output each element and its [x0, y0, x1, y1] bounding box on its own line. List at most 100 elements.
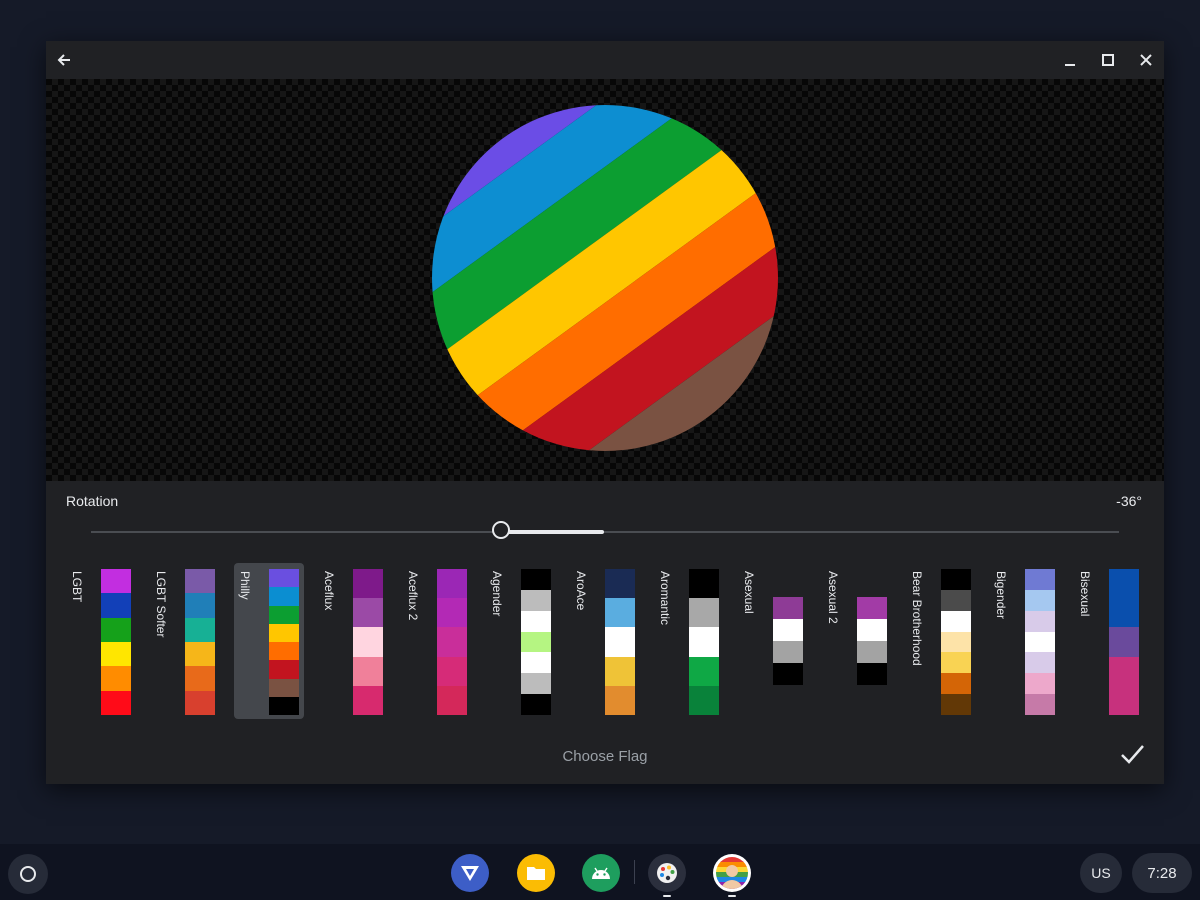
- flag-item[interactable]: Asexual: [738, 563, 808, 719]
- shelf-separator: [634, 860, 635, 884]
- flag-stripe: [185, 593, 215, 618]
- flag-item[interactable]: Agender: [486, 563, 556, 719]
- app-window: Rotation -36° LGBT LGBT Softer Philly Acefl…: [46, 41, 1164, 784]
- flag-stripe: [269, 587, 299, 606]
- flag-stripe: [605, 627, 635, 657]
- flag-stripe: [941, 631, 971, 653]
- rotation-label: Rotation: [66, 493, 119, 509]
- flag-preview-circle[interactable]: [432, 105, 778, 451]
- flag-item[interactable]: AroAce: [570, 563, 640, 719]
- flag-item[interactable]: Philly: [234, 563, 304, 719]
- minimize-button[interactable]: [1060, 50, 1080, 70]
- flag-stripe: [101, 569, 131, 594]
- flag-stripe: [185, 666, 215, 691]
- flag-stripe: [773, 641, 803, 663]
- flag-stripe: [689, 685, 719, 716]
- flag-stripe: [1025, 694, 1055, 716]
- flag-avatar-app-running-indicator: [728, 895, 736, 897]
- flag-name: Asexual 2: [826, 571, 840, 624]
- rotation-slider-track[interactable]: [91, 531, 1119, 533]
- flag-stripe: [689, 656, 719, 686]
- flag-stripe: [437, 598, 467, 628]
- flag-stripe: [1109, 685, 1139, 716]
- flag-color-bar: [353, 569, 383, 716]
- rotation-slider-fill: [503, 530, 604, 534]
- launcher-button[interactable]: [8, 854, 48, 894]
- flag-stripe: [353, 685, 383, 716]
- flag-stripe: [101, 617, 131, 642]
- flag-name: Aromantic: [658, 571, 672, 626]
- back-button[interactable]: [54, 50, 74, 70]
- flag-stripe: [101, 593, 131, 618]
- flag-stripe: [101, 666, 131, 691]
- flag-item[interactable]: Bigender: [990, 563, 1060, 719]
- flag-color-bar: [941, 569, 971, 716]
- flag-item[interactable]: Asexual 2: [822, 563, 892, 719]
- flag-item[interactable]: LGBT: [66, 563, 136, 719]
- flag-name: Aceflux 2: [406, 571, 420, 621]
- maximize-button[interactable]: [1098, 50, 1118, 70]
- rainbow-avatar-icon: [716, 857, 748, 889]
- flag-stripe: [1109, 627, 1139, 657]
- play-store-app-icon[interactable]: [582, 854, 620, 892]
- minimize-icon: [1065, 64, 1075, 66]
- flag-stripe: [437, 569, 467, 599]
- flag-item[interactable]: Bear Brotherhood: [906, 563, 976, 719]
- vpn-app-icon[interactable]: [451, 854, 489, 892]
- flag-stripe: [1025, 589, 1055, 611]
- flag-item[interactable]: Aceflux: [318, 563, 388, 719]
- close-icon: [1140, 54, 1152, 66]
- palette-icon: [657, 863, 677, 883]
- files-app-icon[interactable]: [517, 854, 555, 892]
- flag-item[interactable]: LGBT Softer: [150, 563, 220, 719]
- flag-color-bar: [269, 569, 299, 715]
- flag-stripe: [773, 663, 803, 685]
- choose-flag-label: Choose Flag: [562, 748, 648, 765]
- flag-color-bar: [437, 569, 467, 716]
- folder-icon: [527, 867, 545, 880]
- flag-stripe: [185, 617, 215, 642]
- flag-stripe: [521, 631, 551, 653]
- flag-stripe: [269, 696, 299, 715]
- confirm-button[interactable]: [1118, 740, 1146, 768]
- flag-item[interactable]: Aromantic: [654, 563, 724, 719]
- flag-name: Philly: [238, 571, 252, 600]
- flag-stripe: [941, 652, 971, 674]
- clock[interactable]: 7:28: [1132, 853, 1192, 893]
- rotation-value: -36°: [1116, 493, 1142, 509]
- flag-color-bar: [605, 569, 635, 716]
- flag-stripe: [941, 694, 971, 716]
- flag-stripe: [437, 656, 467, 686]
- flag-item[interactable]: Aceflux 2: [402, 563, 472, 719]
- flag-stripe: [437, 627, 467, 657]
- flag-name: Aceflux: [322, 571, 336, 611]
- flag-stripe: [269, 660, 299, 679]
- flag-stripe: [689, 569, 719, 599]
- flag-name: Bisexual: [1078, 571, 1092, 617]
- flag-stripe: [1109, 598, 1139, 628]
- flag-stripe: [269, 642, 299, 661]
- ime-indicator[interactable]: US: [1080, 853, 1122, 893]
- flag-stripe: [269, 678, 299, 697]
- flag-stripe: [857, 663, 887, 685]
- flag-stripe: [353, 627, 383, 657]
- flag-item[interactable]: Bisexual: [1074, 563, 1144, 719]
- paint-app-running-indicator: [663, 895, 671, 897]
- flag-stripe: [521, 694, 551, 716]
- preview-canvas: [46, 79, 1164, 519]
- paint-app-icon[interactable]: [648, 854, 686, 892]
- flag-stripe: [773, 597, 803, 619]
- title-bar: [46, 41, 1164, 79]
- flag-stripe: [521, 569, 551, 590]
- flag-stripe: [101, 641, 131, 667]
- flag-stripe: [1025, 610, 1055, 632]
- android-icon: [592, 867, 610, 879]
- rotation-slider-thumb[interactable]: [492, 521, 510, 539]
- back-arrow-icon: [57, 54, 70, 66]
- close-button[interactable]: [1136, 50, 1156, 70]
- flag-color-bar: [101, 569, 131, 715]
- flag-avatar-app-icon[interactable]: [713, 854, 751, 892]
- flag-stripe: [941, 569, 971, 590]
- flag-stripe: [521, 673, 551, 695]
- flag-stripe: [521, 589, 551, 611]
